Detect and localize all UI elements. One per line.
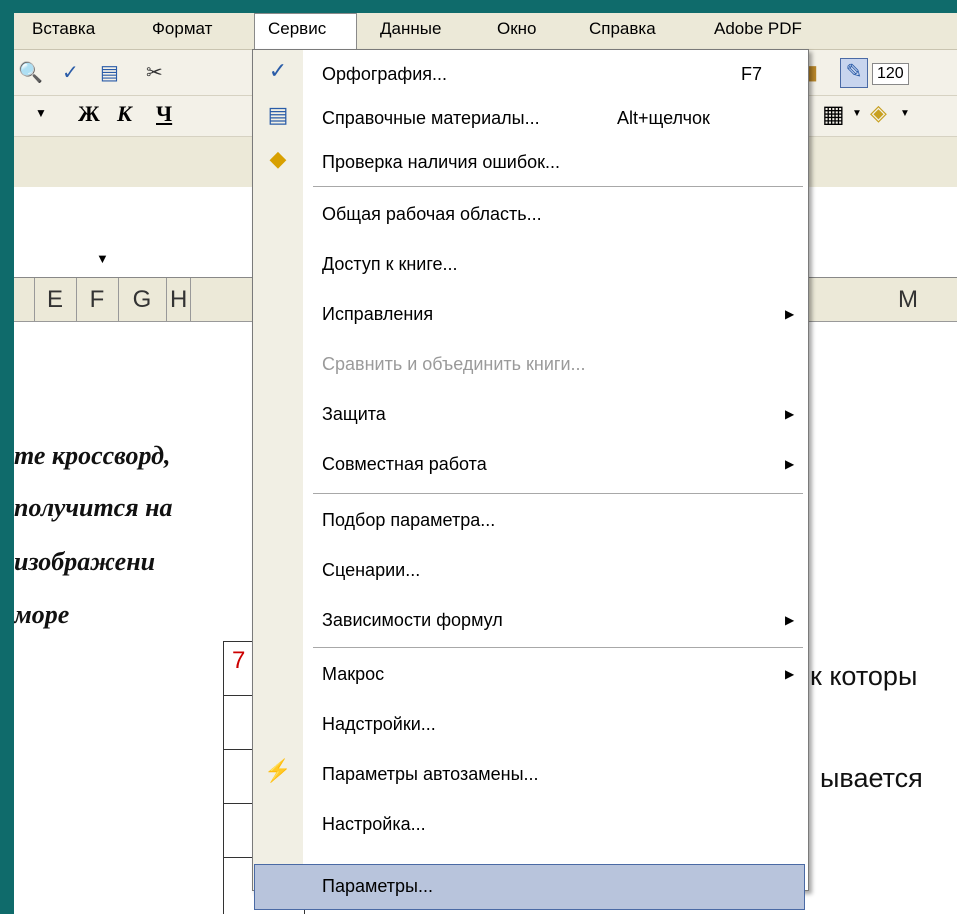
menu-item-error-check[interactable]: ◆ Проверка наличия ошибок... xyxy=(253,138,808,188)
menu-separator xyxy=(313,186,803,187)
menu-item-shortcut: Alt+щелчок xyxy=(617,108,710,128)
menu-item-research[interactable]: ▤ Справочные материалы... Alt+щелчок xyxy=(253,94,808,144)
cut-icon[interactable]: ✂ xyxy=(146,60,163,85)
menu-item-label: Доступ к книге... xyxy=(322,254,458,274)
menu-insert[interactable]: Вставка xyxy=(32,19,95,39)
menu-bar: Вставка Формат Сервис Данные Окно Справк… xyxy=(14,13,957,50)
menu-item-label: Общая рабочая область... xyxy=(322,204,542,224)
menu-item-label: Надстройки... xyxy=(322,714,436,734)
submenu-arrow-icon: ▶ xyxy=(785,407,795,421)
menu-item-customize[interactable]: Настройка... xyxy=(253,800,808,850)
cell-number: 7 xyxy=(232,647,246,674)
error-check-icon: ◆ xyxy=(269,146,287,171)
submenu-arrow-icon: ▶ xyxy=(785,667,795,681)
drawing-icon[interactable]: ✎ xyxy=(840,58,868,88)
menu-item-label: Совместная работа xyxy=(322,454,487,474)
menu-adobe-pdf[interactable]: Adobe PDF xyxy=(714,19,802,39)
menu-item-label: Зависимости формул xyxy=(322,610,503,630)
menu-item-goal-seek[interactable]: Подбор параметра... xyxy=(253,496,808,546)
menu-item-label: Сценарии... xyxy=(322,560,421,580)
sheet-right-text: ывается xyxy=(820,763,923,793)
sheet-right-text: к которы xyxy=(810,661,918,691)
menu-item-share-workbook[interactable]: Доступ к книге... xyxy=(253,240,808,290)
research-icon: ▤ xyxy=(267,102,289,127)
column-header-m[interactable]: M xyxy=(884,278,932,321)
column-header-e[interactable]: E xyxy=(34,278,77,321)
submenu-arrow-icon: ▶ xyxy=(785,457,795,471)
menu-item-label: Параметры автозамены... xyxy=(322,764,539,784)
zoom-box[interactable]: 120 xyxy=(872,63,909,85)
menu-separator xyxy=(313,493,803,494)
menu-item-label: Проверка наличия ошибок... xyxy=(322,152,561,172)
underline-button[interactable]: Ч xyxy=(156,101,172,127)
menu-item-label: Макрос xyxy=(322,664,385,684)
menu-item-label: Орфография... xyxy=(322,64,448,84)
column-header-g[interactable]: G xyxy=(118,278,167,321)
excel-window: Вставка Формат Сервис Данные Окно Справк… xyxy=(14,13,957,914)
menu-data[interactable]: Данные xyxy=(380,19,441,39)
spelling-icon: ✓ xyxy=(268,58,288,83)
menu-tools[interactable]: Сервис xyxy=(268,19,326,39)
menu-item-label: Сравнить и объединить книги... xyxy=(322,354,586,374)
menu-item-protection[interactable]: Защита ▶ xyxy=(253,390,808,440)
menu-item-scenarios[interactable]: Сценарии... xyxy=(253,546,808,596)
menu-separator xyxy=(313,647,803,648)
menu-item-label: Параметры... xyxy=(322,876,433,896)
menu-item-shortcut: F7 xyxy=(741,64,763,84)
column-header-h[interactable]: H xyxy=(166,278,191,321)
menu-item-label: Подбор параметра... xyxy=(322,510,496,530)
menu-item-shared-workspace[interactable]: Общая рабочая область... xyxy=(253,190,808,240)
menu-item-autocorrect[interactable]: ⚡ Параметры автозамены... xyxy=(253,750,808,800)
menu-item-label: Исправления xyxy=(322,304,434,324)
italic-button[interactable]: К xyxy=(117,101,132,127)
menu-item-addins[interactable]: Надстройки... xyxy=(253,700,808,750)
bold-button[interactable]: Ж xyxy=(78,101,100,127)
sheet-text-line: получится на xyxy=(14,493,173,522)
menu-item-label: Настройка... xyxy=(322,814,426,834)
menu-window[interactable]: Окно xyxy=(497,19,537,39)
sheet-text-line: изображени xyxy=(14,547,156,576)
fill-color-icon[interactable]: ◈ xyxy=(870,100,887,126)
sheet-text-line: море xyxy=(14,600,70,629)
menu-item-macro[interactable]: Макрос ▶ xyxy=(253,650,808,700)
fill-color-dropdown-icon[interactable]: ▼ xyxy=(900,108,910,119)
menu-item-label: Справочные материалы... xyxy=(322,108,540,128)
menu-item-spelling[interactable]: ✓ Орфография... F7 xyxy=(253,50,808,100)
sheet-text-line: те кроссворд, xyxy=(14,441,171,470)
dropdown-arrow-icon[interactable]: ▼ xyxy=(35,106,47,120)
menu-item-track-changes[interactable]: Исправления ▶ xyxy=(253,290,808,340)
column-header[interactable] xyxy=(14,278,35,321)
menu-item-options[interactable]: Параметры... xyxy=(253,862,808,912)
column-header-f[interactable]: F xyxy=(76,278,119,321)
submenu-arrow-icon: ▶ xyxy=(785,613,795,627)
borders-dropdown-icon[interactable]: ▼ xyxy=(852,108,862,119)
research-icon[interactable]: ▤ xyxy=(100,60,119,85)
tools-menu: ✓ Орфография... F7 ▤ Справочные материал… xyxy=(252,49,809,910)
spelling-icon[interactable]: ✓ xyxy=(62,60,79,85)
namebox-dropdown-icon[interactable]: ▼ xyxy=(96,251,109,266)
menu-item-compare-merge: Сравнить и объединить книги... xyxy=(253,340,808,390)
autocorrect-icon: ⚡ xyxy=(264,758,292,783)
submenu-arrow-icon: ▶ xyxy=(785,307,795,321)
menu-help[interactable]: Справка xyxy=(589,19,656,39)
menu-item-label: Защита xyxy=(322,404,386,424)
print-preview-icon[interactable]: 🔍 xyxy=(18,60,43,85)
menu-item-formula-auditing[interactable]: Зависимости формул ▶ xyxy=(253,596,808,646)
menu-format[interactable]: Формат xyxy=(152,19,212,39)
menu-item-online-collaboration[interactable]: Совместная работа ▶ xyxy=(253,440,808,490)
borders-icon[interactable]: ▦ xyxy=(822,100,845,129)
